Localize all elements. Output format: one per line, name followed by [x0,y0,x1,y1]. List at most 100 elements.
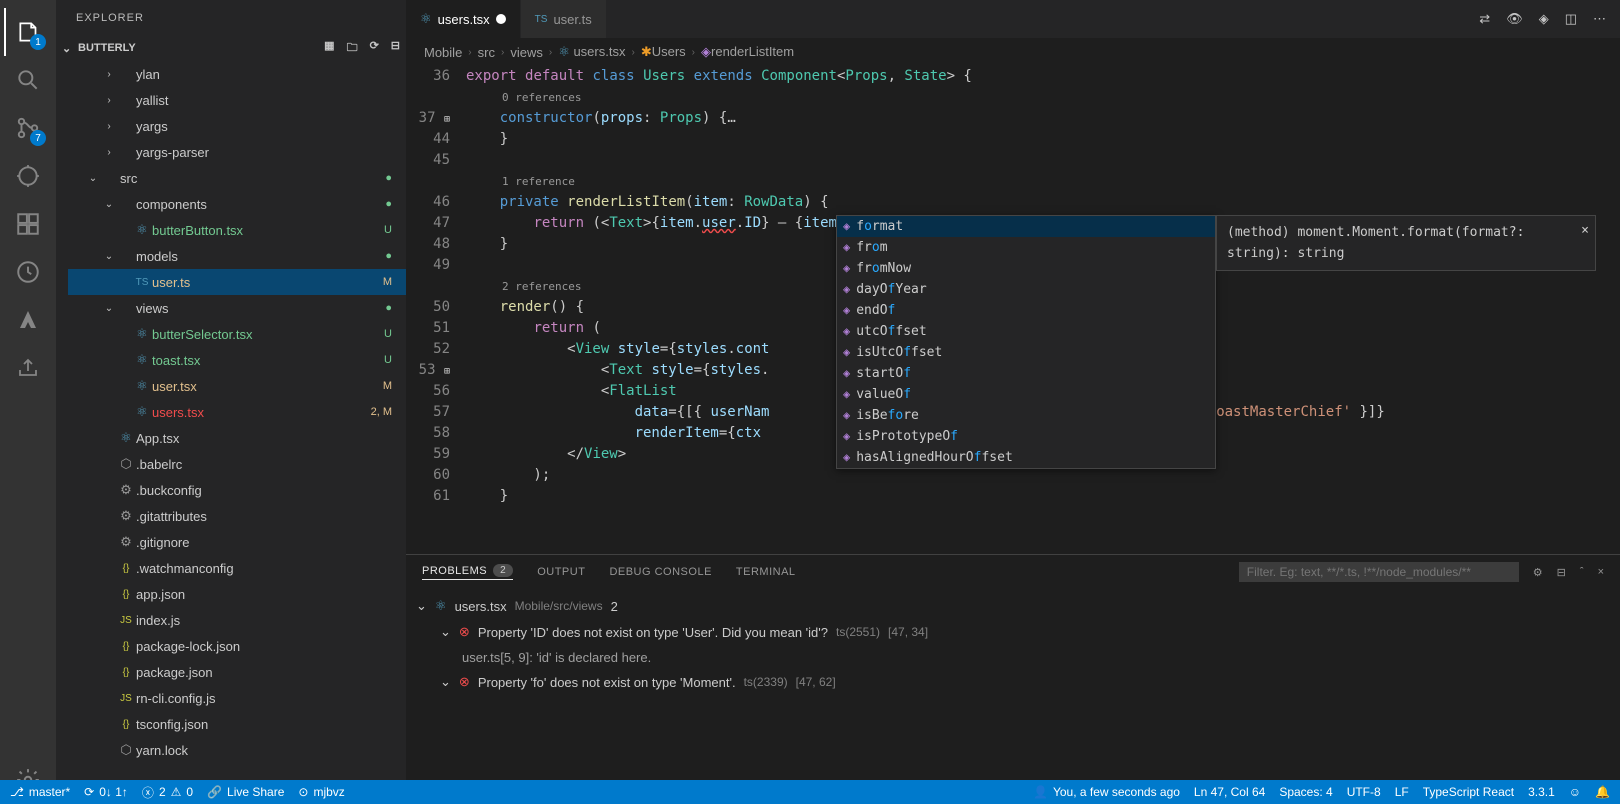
tree-item[interactable]: JSrn-cli.config.js [68,685,406,711]
intellisense-item[interactable]: ◈utcOffset [837,321,1215,342]
compare-icon[interactable]: ⇄ [1479,11,1490,27]
intellisense-item[interactable]: ◈endOf [837,300,1215,321]
tree-item[interactable]: ⚙.gitignore [68,529,406,555]
split-editor-icon[interactable]: ◫ [1565,11,1577,27]
tree-item[interactable]: ⌄models● [68,243,406,269]
problem-item[interactable]: ⌄⊗Property 'fo' does not exist on type '… [416,669,1610,695]
status-blame[interactable]: 👤 You, a few seconds ago [1033,785,1180,799]
explorer-icon[interactable]: 1 [4,8,52,56]
intellisense-item[interactable]: ◈format [837,216,1215,237]
editor[interactable]: 3637 ⊞44454647484950515253 ⊞565758596061… [406,66,1620,554]
tree-item[interactable]: {}tsconfig.json [68,711,406,737]
close-panel-icon[interactable]: × [1598,566,1604,578]
intellisense-popup[interactable]: ◈format◈from◈fromNow◈dayOfYear◈endOf◈utc… [836,215,1216,469]
status-feedback-icon[interactable]: ☺ [1569,785,1581,799]
status-github[interactable]: ⊙ mjbvz [298,785,344,799]
problem-item[interactable]: ⌄⊗Property 'ID' does not exist on type '… [416,619,1610,645]
tree-item[interactable]: ⚛user.tsxM [68,373,406,399]
tree-item[interactable]: TSuser.tsM [68,269,406,295]
azure-icon[interactable] [4,296,52,344]
section-header[interactable]: ⌄ BUTTERLY ▦ 🗀 ⟳ ⊟ [56,35,406,61]
tab-problems[interactable]: PROBLEMS 2 [422,564,513,580]
breadcrumbs[interactable]: Mobile›src›views›⚛ users.tsx›✱Users›◈ren… [406,38,1620,66]
extensions-icon[interactable] [4,200,52,248]
code-area[interactable]: export default class Users extends Compo… [466,66,1620,554]
collapse-panel-icon[interactable]: ⊟ [1557,566,1566,579]
editor-tab[interactable]: ⚛users.tsx [406,0,521,38]
tree-item[interactable]: ⚛App.tsx [68,425,406,451]
tree-item[interactable]: ⚛butterButton.tsxU [68,217,406,243]
editor-tab[interactable]: TSuser.ts [521,0,607,38]
filter-input[interactable] [1239,562,1519,582]
tree-item[interactable]: ⬡.babelrc [68,451,406,477]
tree-item[interactable]: ›yargs [68,113,406,139]
status-ts-version[interactable]: 3.3.1 [1528,785,1555,799]
intellisense-item[interactable]: ◈hasAlignedHourOffset [837,447,1215,468]
tab-output[interactable]: OUTPUT [537,566,585,578]
maximize-panel-icon[interactable]: ˆ [1580,566,1584,578]
problem-file-row[interactable]: ⌄ ⚛ users.tsx Mobile/src/views 2 [416,593,1610,619]
tree-item[interactable]: {}.watchmanconfig [68,555,406,581]
tree-item[interactable]: ⚛users.tsx2, M [68,399,406,425]
problem-related[interactable]: user.ts[5, 9]: 'id' is declared here. [416,645,1610,669]
tab-terminal[interactable]: TERMINAL [736,566,796,578]
tree-item[interactable]: JSindex.js [68,607,406,633]
status-position[interactable]: Ln 47, Col 64 [1194,785,1265,799]
tree-item[interactable]: ›yargs-parser [68,139,406,165]
more-icon[interactable]: ⋯ [1593,11,1606,27]
tree-item[interactable]: ›ylan [68,61,406,87]
code-line[interactable]: constructor(props: Props) {… [466,108,1620,129]
tree-item[interactable]: ⌄views● [68,295,406,321]
status-eol[interactable]: LF [1395,785,1409,799]
breadcrumb-item[interactable]: ◈renderListItem [701,44,794,60]
tab-debug-console[interactable]: DEBUG CONSOLE [609,566,711,578]
code-line[interactable]: 0 references [466,87,1620,108]
code-line[interactable]: private renderListItem(item: RowData) { [466,192,1620,213]
tree-item[interactable]: ⌄src● [68,165,406,191]
tree-item[interactable]: ⚛butterSelector.tsxU [68,321,406,347]
tree-item[interactable]: ⚛toast.tsxU [68,347,406,373]
preview-icon[interactable]: 👁 [1506,11,1523,27]
tree-item[interactable]: ⚙.gitattributes [68,503,406,529]
intellisense-item[interactable]: ◈dayOfYear [837,279,1215,300]
refresh-icon[interactable] [4,248,52,296]
status-language[interactable]: TypeScript React [1423,785,1514,799]
breadcrumb-item[interactable]: ⚛ users.tsx [558,44,625,60]
tree-item[interactable]: {}package.json [68,659,406,685]
code-line[interactable]: 1 reference [466,171,1620,192]
collapse-all-icon[interactable]: ⊟ [391,39,400,58]
code-line[interactable]: } [466,486,1620,507]
intellisense-item[interactable]: ◈from [837,237,1215,258]
tree-item[interactable]: ⬡yarn.lock [68,737,406,763]
diamond-icon[interactable]: ◈ [1539,11,1549,27]
status-bell-icon[interactable]: 🔔 [1595,785,1610,799]
tree-item[interactable]: ⌄components● [68,191,406,217]
filter-settings-icon[interactable]: ⚙ [1533,566,1543,579]
close-icon[interactable]: × [1581,220,1589,241]
new-file-icon[interactable]: ▦ [324,39,334,58]
status-branch[interactable]: ⎇ master* [10,785,70,799]
source-control-icon[interactable]: 7 [4,104,52,152]
tree-item[interactable]: ›yallist [68,87,406,113]
code-line[interactable]: } [466,129,1620,150]
new-folder-icon[interactable]: 🗀 [347,39,358,58]
breadcrumb-item[interactable]: views [510,45,543,60]
tree-item[interactable]: {}app.json [68,581,406,607]
intellisense-item[interactable]: ◈valueOf [837,384,1215,405]
debug-icon[interactable] [4,152,52,200]
code-line[interactable]: export default class Users extends Compo… [466,66,1620,87]
status-errors[interactable]: ⓧ 2 ⚠ 0 [142,784,193,801]
intellisense-item[interactable]: ◈fromNow [837,258,1215,279]
status-liveshare[interactable]: 🔗 Live Share [207,785,284,799]
intellisense-item[interactable]: ◈isUtcOffset [837,342,1215,363]
intellisense-item[interactable]: ◈startOf [837,363,1215,384]
tree-item[interactable]: {}package-lock.json [68,633,406,659]
breadcrumb-item[interactable]: Mobile [424,45,462,60]
status-sync[interactable]: ⟳ 0↓ 1↑ [84,785,128,799]
status-spaces[interactable]: Spaces: 4 [1279,785,1332,799]
status-encoding[interactable]: UTF-8 [1347,785,1381,799]
code-line[interactable] [466,150,1620,171]
intellisense-item[interactable]: ◈isPrototypeOf [837,426,1215,447]
tree-item[interactable]: ⚙.buckconfig [68,477,406,503]
search-icon[interactable] [4,56,52,104]
